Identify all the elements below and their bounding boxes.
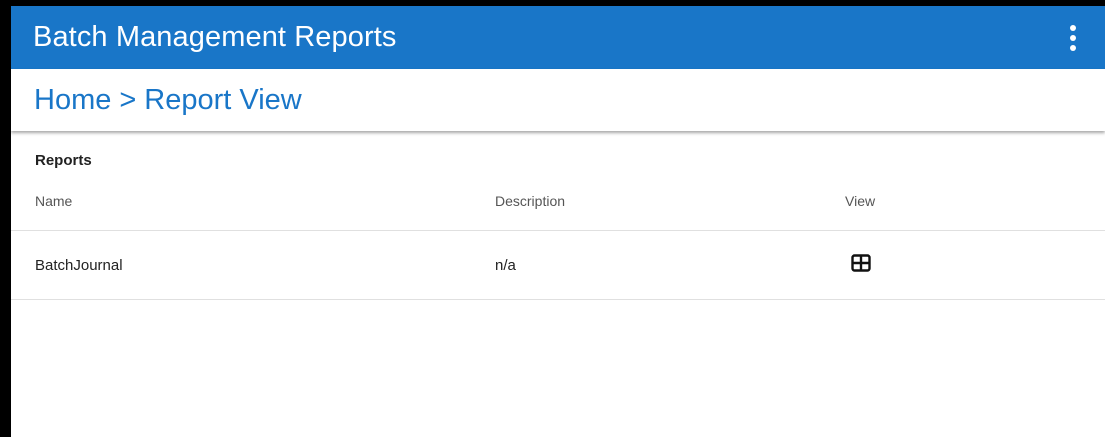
breadcrumb-home-link[interactable]: Home [34, 84, 111, 116]
report-description-cell: n/a [495, 230, 845, 300]
column-header-name: Name [11, 171, 495, 231]
section-title: Reports [35, 152, 92, 169]
reports-table: Name Description View BatchJournal n/a [11, 171, 1105, 300]
more-vert-icon[interactable] [1061, 18, 1085, 58]
view-cell [845, 230, 1105, 300]
breadcrumb: Home > Report View [34, 84, 302, 117]
menu-dot [1070, 24, 1076, 31]
app-window: Batch Management Reports Home > Report Vie… [0, 0, 1105, 437]
column-header-view: View [845, 171, 1105, 231]
app-title: Batch Management Reports [33, 21, 397, 53]
table-view-icon[interactable] [851, 254, 871, 276]
reports-panel: Reports Name Description View BatchJourn… [11, 131, 1105, 300]
table-row[interactable]: BatchJournal n/a [11, 230, 1105, 300]
breadcrumb-separator: > [119, 83, 137, 116]
menu-dot [1070, 44, 1076, 51]
column-header-description: Description [495, 171, 845, 231]
menu-dot [1070, 34, 1076, 41]
breadcrumb-current: Report View [144, 83, 302, 116]
report-name-cell: BatchJournal [11, 230, 495, 300]
app-bar: Batch Management Reports [11, 6, 1105, 69]
table-header-row: Name Description View [11, 171, 1105, 231]
breadcrumb-bar: Home > Report View [11, 69, 1105, 131]
